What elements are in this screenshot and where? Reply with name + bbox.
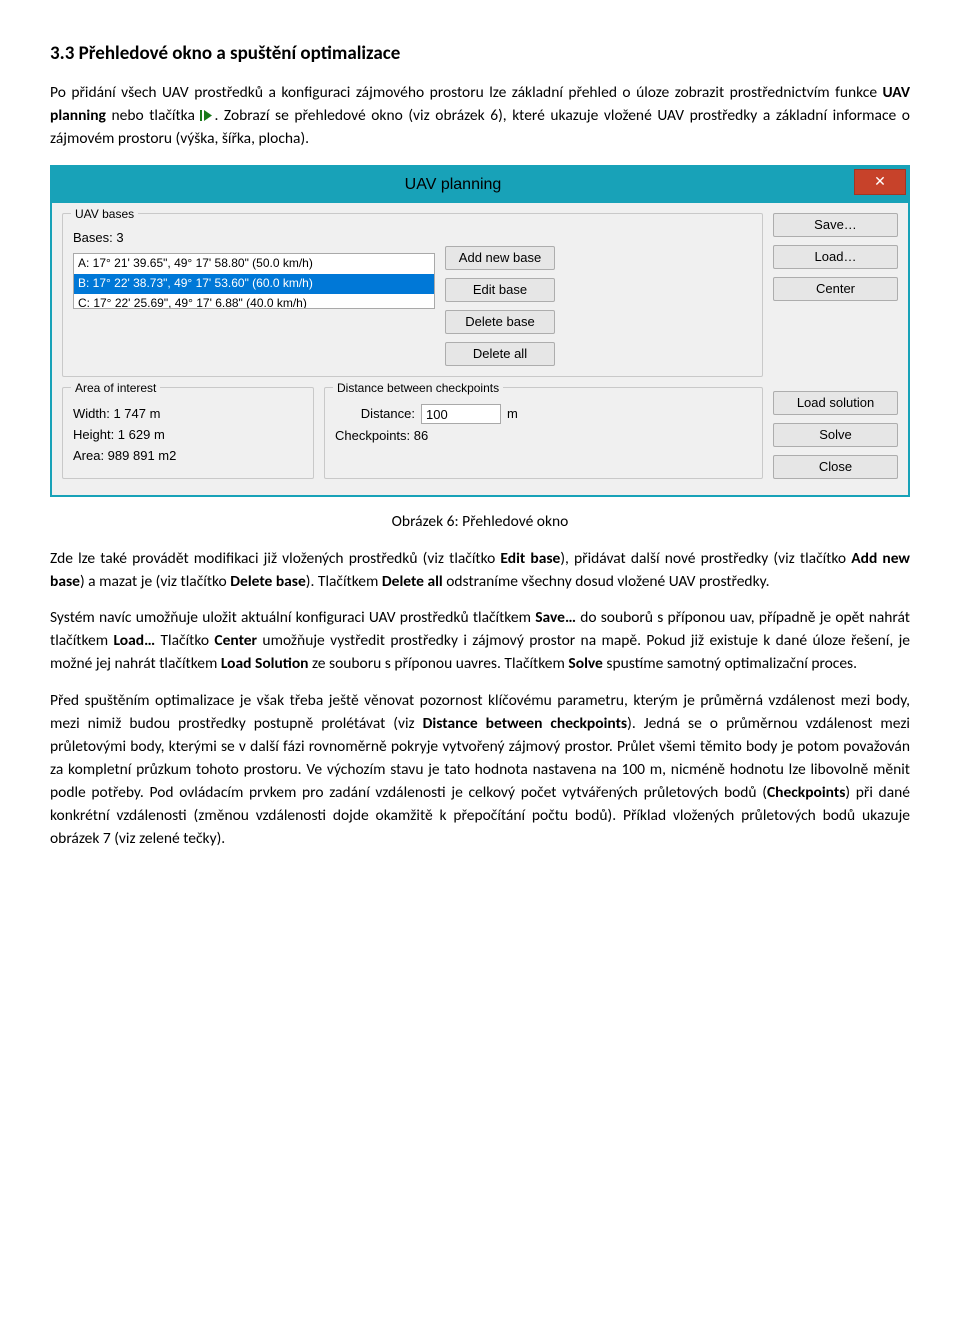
play-icon: [200, 106, 214, 117]
text: Systém navíc umožňuje uložit aktuální ko…: [50, 608, 535, 627]
uav-bases-group: UAV bases Bases: 3 A: 17° 21' 39.65", 49…: [62, 213, 763, 377]
aoi-width: Width: 1 747 m: [73, 404, 303, 423]
bases-count: Bases: 3: [73, 228, 435, 247]
text: ) a mazat je (viz tlačítko: [80, 572, 230, 591]
bold-solve: Solve: [568, 654, 602, 673]
list-item[interactable]: B: 17° 22' 38.73", 49° 17' 53.60" (60.0 …: [74, 274, 434, 294]
close-icon[interactable]: ✕: [854, 169, 906, 195]
save-button[interactable]: Save…: [773, 213, 898, 237]
area-of-interest-group: Area of interest Width: 1 747 m Height: …: [62, 387, 314, 479]
text: Zde lze také provádět modifikaci již vlo…: [50, 549, 500, 568]
bold-center: Center: [214, 631, 257, 650]
paragraph-2: Zde lze také provádět modifikaci již vlo…: [50, 548, 910, 594]
group-label: UAV bases: [71, 206, 138, 224]
bold-load: Load…: [113, 631, 155, 650]
add-new-base-button[interactable]: Add new base: [445, 246, 555, 270]
group-label: Distance between checkpoints: [333, 380, 503, 398]
bold-load-solution: Load Solution: [221, 654, 309, 673]
load-button[interactable]: Load…: [773, 245, 898, 269]
paragraph-1: Po přidání všech UAV prostředků a konfig…: [50, 82, 910, 151]
paragraph-3: Systém navíc umožňuje uložit aktuální ko…: [50, 607, 910, 676]
text: ), přidávat další nové prostředky (viz t…: [560, 549, 851, 568]
text: Tlačítko: [155, 631, 214, 650]
group-label: Area of interest: [71, 380, 160, 398]
aoi-height: Height: 1 629 m: [73, 425, 303, 444]
uav-planning-window: UAV planning ✕ UAV bases Bases: 3 A: 17°…: [50, 165, 910, 497]
edit-base-button[interactable]: Edit base: [445, 278, 555, 302]
text: odstraníme všechny dosud vložené UAV pro…: [443, 572, 770, 591]
text: ). Tlačítkem: [306, 572, 382, 591]
checkpoints-label: Checkpoints: 86: [335, 426, 428, 445]
solve-button[interactable]: Solve: [773, 423, 898, 447]
window-title: UAV planning: [52, 173, 854, 197]
bases-listbox[interactable]: A: 17° 21' 39.65", 49° 17' 58.80" (50.0 …: [73, 253, 435, 309]
text: nebo tlačítka: [106, 106, 201, 125]
distance-unit: m: [507, 404, 518, 423]
delete-all-button[interactable]: Delete all: [445, 342, 555, 366]
titlebar: UAV planning ✕: [52, 167, 908, 203]
text: Po přidání všech UAV prostředků a konfig…: [50, 83, 883, 102]
bold-checkpoints: Checkpoints: [767, 783, 845, 802]
load-solution-button[interactable]: Load solution: [773, 391, 898, 415]
bold-delete-base: Delete base: [230, 572, 306, 591]
text: spustíme samotný optimalizační proces.: [603, 654, 857, 673]
aoi-area: Area: 989 891 m2: [73, 446, 303, 465]
bold-edit-base: Edit base: [500, 549, 560, 568]
bold-distance-checkpoints: Distance between checkpoints: [423, 714, 627, 733]
list-item[interactable]: C: 17° 22' 25.69", 49° 17' 6.88" (40.0 k…: [74, 294, 434, 310]
distance-input[interactable]: 100: [421, 404, 501, 424]
bold-save: Save…: [535, 608, 576, 627]
center-button[interactable]: Center: [773, 277, 898, 301]
list-item[interactable]: A: 17° 21' 39.65", 49° 17' 58.80" (50.0 …: [74, 254, 434, 274]
distance-group: Distance between checkpoints Distance: 1…: [324, 387, 763, 479]
text: ze souboru s příponou uavres. Tlačítkem: [309, 654, 569, 673]
close-button[interactable]: Close: [773, 455, 898, 479]
bold-delete-all: Delete all: [382, 572, 443, 591]
distance-label: Distance:: [335, 404, 415, 423]
section-heading: 3.3 Přehledové okno a spuštění optimaliz…: [50, 40, 910, 68]
figure-caption: Obrázek 6: Přehledové okno: [50, 511, 910, 534]
delete-base-button[interactable]: Delete base: [445, 310, 555, 334]
paragraph-4: Před spuštěním optimalizace je však třeb…: [50, 690, 910, 851]
